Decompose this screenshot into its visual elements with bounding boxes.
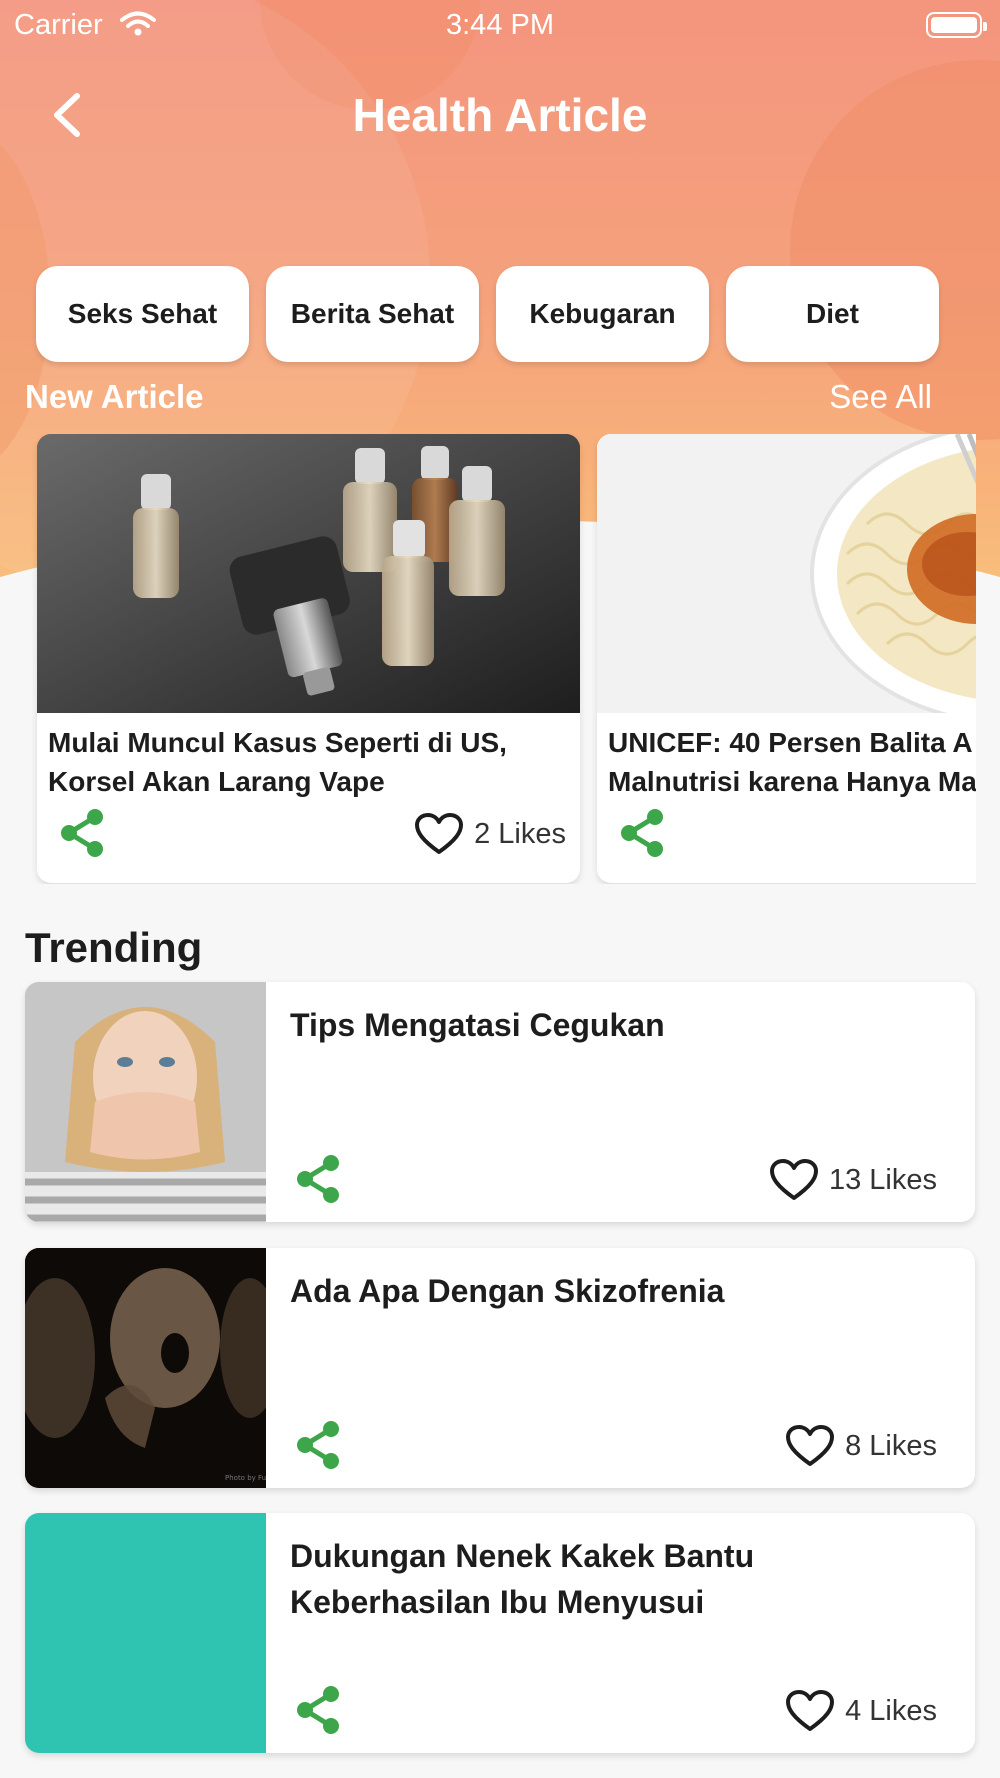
article-card-title: UNICEF: 40 Persen Balita A Malnutrisi ka…: [608, 723, 976, 801]
like-button[interactable]: 4 Likes: [785, 1689, 937, 1733]
vape-bottles-image: [37, 434, 580, 713]
new-article-carousel[interactable]: Mulai Muncul Kasus Seperti di US, Korsel…: [0, 434, 976, 884]
battery-icon: [926, 12, 987, 38]
heart-icon: [415, 813, 464, 854]
trending-card-title: Ada Apa Dengan Skizofrenia: [290, 1273, 725, 1309]
share-icon[interactable]: [619, 808, 665, 858]
trending-card[interactable]: Dukungan Nenek Kakek Bantu Keberhasilan …: [25, 1513, 975, 1753]
heart-icon: [786, 1690, 835, 1731]
category-chip-diet[interactable]: Diet: [726, 266, 939, 362]
article-card[interactable]: Mulai Muncul Kasus Seperti di US, Korsel…: [37, 434, 580, 883]
image-credit: Photo by Fuzzle: [225, 1474, 266, 1482]
like-button[interactable]: 13 Likes: [769, 1158, 937, 1202]
status-bar: Carrier 3:44 PM: [0, 0, 1000, 50]
new-article-header: New Article See All: [25, 378, 932, 422]
teal-placeholder-image: [25, 1513, 266, 1753]
share-icon[interactable]: [59, 808, 105, 858]
like-count: 4 Likes: [845, 1694, 937, 1727]
trending-card-title: Tips Mengatasi Cegukan: [290, 1007, 665, 1043]
article-card-title: Mulai Muncul Kasus Seperti di US, Korsel…: [48, 723, 570, 801]
article-title-line: Malnutrisi karena Hanya Ma: [608, 766, 976, 797]
trending-card[interactable]: Photo by Fuzzle Ada Apa Dengan Skizofren…: [25, 1248, 975, 1488]
see-all-link[interactable]: See All: [829, 378, 932, 416]
article-title-line: Mulai Muncul Kasus Seperti di US,: [48, 727, 507, 758]
like-button[interactable]: 8 Likes: [785, 1424, 937, 1468]
heart-icon: [786, 1425, 835, 1466]
like-count: 8 Likes: [845, 1429, 937, 1462]
trending-title: Trending: [25, 924, 203, 971]
heart-icon: [769, 1159, 818, 1200]
status-time: 3:44 PM: [446, 9, 554, 41]
noodle-bowl-image: [597, 434, 976, 713]
trending-card-title: Dukungan Nenek Kakek Bantu Keberhasilan …: [290, 1538, 755, 1620]
category-chip-seks-sehat[interactable]: Seks Sehat: [36, 266, 249, 362]
nav-bar: Health Article: [0, 80, 1000, 150]
category-chip-kebugaran[interactable]: Kebugaran: [496, 266, 709, 362]
screaming-faces-image: Photo by Fuzzle: [25, 1248, 266, 1488]
like-button[interactable]: 2 Likes: [414, 812, 566, 856]
share-icon[interactable]: [295, 1420, 341, 1470]
article-title-line: UNICEF: 40 Persen Balita A: [608, 727, 973, 758]
like-count: 13 Likes: [828, 1163, 937, 1196]
category-chip-berita-sehat[interactable]: Berita Sehat: [266, 266, 479, 362]
like-count: 2 Likes: [474, 817, 566, 850]
new-article-title: New Article: [25, 378, 204, 415]
share-icon[interactable]: [295, 1154, 341, 1204]
article-card[interactable]: UNICEF: 40 Persen Balita A Malnutrisi ka…: [597, 434, 976, 883]
article-title-line: Korsel Akan Larang Vape: [48, 766, 385, 797]
woman-covering-mouth-image: [25, 982, 266, 1222]
share-icon[interactable]: [295, 1685, 341, 1735]
category-chips: Seks Sehat Berita Sehat Kebugaran Diet: [36, 266, 939, 362]
page-title: Health Article: [352, 89, 648, 141]
trending-card[interactable]: Tips Mengatasi Cegukan 13 Likes: [25, 982, 975, 1222]
